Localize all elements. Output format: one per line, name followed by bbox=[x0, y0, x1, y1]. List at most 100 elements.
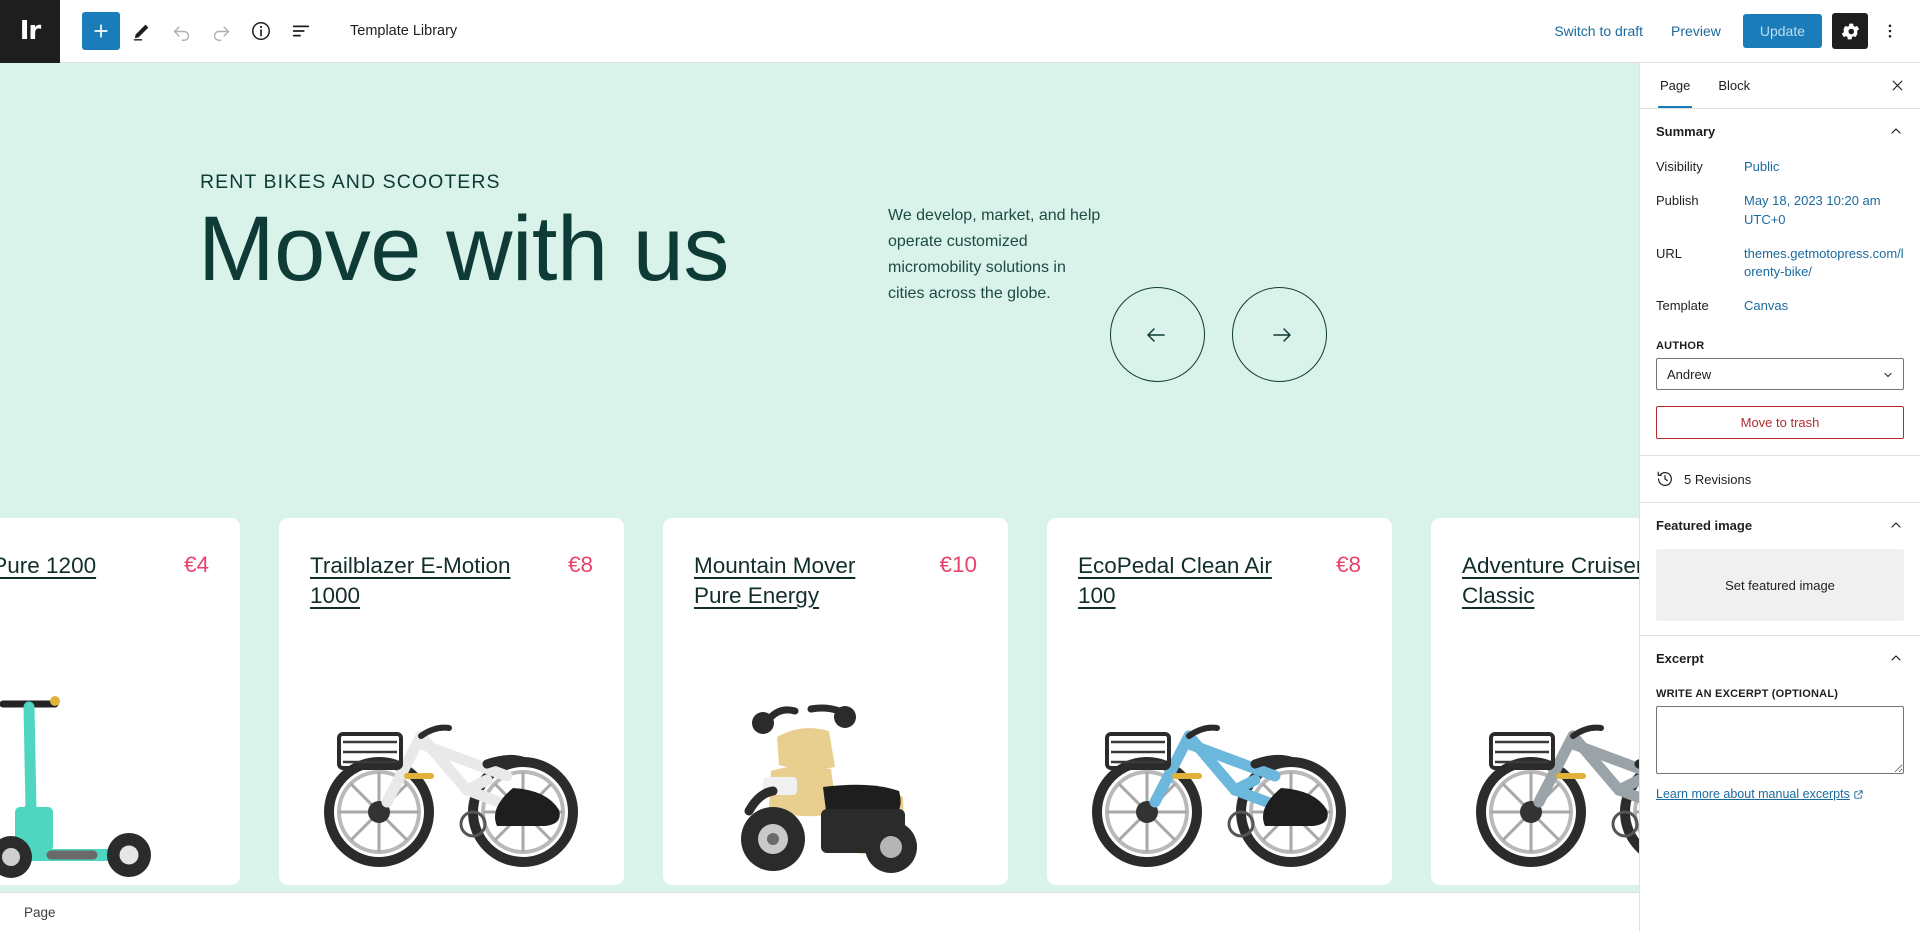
hero-description: We develop, market, and help operate cus… bbox=[888, 207, 1101, 302]
settings-button[interactable] bbox=[1832, 13, 1868, 49]
revisions-button[interactable]: 5 Revisions bbox=[1640, 456, 1920, 502]
close-sidebar-button[interactable] bbox=[1880, 69, 1914, 103]
carousel-next-button[interactable] bbox=[1232, 287, 1327, 382]
excerpt-field-label: WRITE AN EXCERPT (OPTIONAL) bbox=[1656, 688, 1839, 701]
trash-wrapper: Move to trash bbox=[1640, 390, 1920, 455]
list-view-icon bbox=[292, 25, 310, 37]
undo-button[interactable] bbox=[162, 12, 200, 50]
product-title[interactable]: Trailblazer E-Motion 1000 bbox=[310, 551, 525, 611]
summary-row-url: URL themes.getmotopress.com/lorenty-bike… bbox=[1656, 238, 1904, 291]
update-button[interactable]: Update bbox=[1742, 14, 1822, 48]
gear-icon bbox=[1841, 23, 1859, 39]
summary-row-publish: Publish May 18, 2023 10:20 am UTC+0 bbox=[1656, 185, 1904, 238]
product-card[interactable]: Glider Pure 1200 €4 bbox=[0, 518, 240, 885]
author-select-wrapper: Andrew bbox=[1640, 358, 1920, 391]
product-title[interactable]: EcoPedal Clean Air 100 bbox=[1078, 551, 1293, 611]
template-value[interactable]: Canvas bbox=[1744, 297, 1788, 316]
excerpt-textarea[interactable] bbox=[1656, 706, 1904, 775]
chevron-up-icon bbox=[1891, 128, 1901, 134]
product-price: €4 bbox=[183, 552, 209, 577]
hero-eyebrow: RENT BIKES AND SCOOTERS bbox=[200, 171, 501, 193]
list-view-button[interactable] bbox=[282, 12, 320, 50]
pencil-icon bbox=[133, 24, 148, 41]
info-icon bbox=[252, 22, 270, 40]
set-featured-image-button[interactable]: Set featured image bbox=[1656, 549, 1904, 622]
product-carousel: Glider Pure 1200 €4 bbox=[0, 518, 1639, 885]
learn-more-label: Learn more about manual excerpts bbox=[1656, 787, 1850, 802]
hero-section[interactable]: RENT BIKES AND SCOOTERS Move with us We … bbox=[0, 63, 1639, 382]
toolbar-actions: Switch to draft Preview Update bbox=[1542, 13, 1920, 49]
product-card[interactable]: Adventure Cruiser Classic bbox=[1431, 518, 1639, 885]
switch-to-draft-button[interactable]: Switch to draft bbox=[1542, 15, 1655, 47]
product-title[interactable]: Mountain Mover Pure Energy bbox=[694, 551, 909, 611]
move-to-trash-button[interactable]: Move to trash bbox=[1656, 406, 1904, 440]
product-card[interactable]: Trailblazer E-Motion 1000 €8 bbox=[279, 518, 624, 885]
plus-icon bbox=[94, 24, 108, 38]
product-image bbox=[0, 674, 240, 879]
revisions-label: 5 Revisions bbox=[1684, 471, 1752, 487]
editor-body: RENT BIKES AND SCOOTERS Move with us We … bbox=[0, 63, 1920, 931]
chevron-up-icon bbox=[1891, 655, 1901, 661]
publish-value[interactable]: May 18, 2023 10:20 am UTC+0 bbox=[1744, 192, 1904, 230]
product-title[interactable]: Adventure Cruiser Classic bbox=[1462, 551, 1639, 611]
settings-sidebar: Page Block Summary Visibility Public Pub… bbox=[1639, 63, 1920, 931]
product-price: €8 bbox=[1335, 552, 1361, 577]
excerpt-title: Excerpt bbox=[1656, 650, 1704, 666]
product-card-header: EcoPedal Clean Air 100 €8 bbox=[1047, 518, 1392, 611]
kebab-menu-icon bbox=[1888, 24, 1892, 38]
summary-row-visibility: Visibility Public bbox=[1656, 151, 1904, 185]
summary-title: Summary bbox=[1656, 123, 1716, 139]
details-button[interactable] bbox=[242, 12, 280, 50]
product-card[interactable]: Mountain Mover Pure Energy €10 bbox=[663, 518, 1008, 885]
more-options-button[interactable] bbox=[1872, 13, 1908, 49]
learn-more-excerpts-link[interactable]: Learn more about manual excerpts bbox=[1656, 787, 1904, 801]
edit-mode-button[interactable] bbox=[122, 12, 160, 50]
product-card-header: Trailblazer E-Motion 1000 €8 bbox=[279, 518, 624, 611]
canvas-wrapper: RENT BIKES AND SCOOTERS Move with us We … bbox=[0, 63, 1639, 931]
undo-icon bbox=[173, 25, 189, 41]
arrow-right-icon bbox=[1272, 327, 1291, 342]
editor-statusbar: Page bbox=[0, 892, 1639, 931]
product-image bbox=[279, 674, 624, 879]
summary-section-header[interactable]: Summary bbox=[1640, 109, 1920, 151]
toolbar-tools: Template Library bbox=[60, 12, 457, 50]
product-image bbox=[1047, 674, 1392, 879]
sidebar-tabs: Page Block bbox=[1640, 63, 1920, 109]
scooter-illustration-icon bbox=[0, 696, 151, 878]
site-logo[interactable]: Ir bbox=[0, 0, 60, 63]
statusbar-breadcrumb[interactable]: Page bbox=[24, 905, 56, 920]
summary-row-template: Template Canvas bbox=[1656, 290, 1904, 324]
url-value[interactable]: themes.getmotopress.com/lorenty-bike/ bbox=[1744, 245, 1904, 283]
featured-image-section-header[interactable]: Featured image bbox=[1640, 503, 1920, 545]
carousel-prev-button[interactable] bbox=[1110, 287, 1205, 382]
hero-carousel-nav bbox=[1110, 287, 1327, 382]
product-image bbox=[1431, 674, 1639, 879]
redo-button[interactable] bbox=[202, 12, 240, 50]
product-price: €8 bbox=[567, 552, 593, 577]
product-card[interactable]: EcoPedal Clean Air 100 €8 bbox=[1047, 518, 1392, 885]
site-logo-mark: Ir bbox=[19, 16, 41, 46]
add-block-button[interactable] bbox=[82, 12, 120, 50]
publish-label: Publish bbox=[1656, 192, 1699, 208]
product-card-header: Glider Pure 1200 €4 bbox=[0, 518, 240, 581]
template-label: Template bbox=[1656, 298, 1709, 314]
document-title: Template Library bbox=[350, 23, 458, 39]
tab-page[interactable]: Page bbox=[1646, 63, 1704, 108]
product-title[interactable]: Glider Pure 1200 bbox=[0, 551, 96, 581]
editor-toolbar: Ir Template Library Switch to draft Prev… bbox=[0, 0, 1920, 63]
ebike-illustration-icon bbox=[1475, 724, 1639, 867]
visibility-value[interactable]: Public bbox=[1744, 158, 1779, 177]
url-label: URL bbox=[1656, 245, 1683, 261]
close-icon bbox=[1892, 80, 1902, 91]
author-select[interactable]: Andrew bbox=[1656, 358, 1904, 391]
set-featured-image-label: Set featured image bbox=[1725, 577, 1835, 593]
page-canvas[interactable]: RENT BIKES AND SCOOTERS Move with us We … bbox=[0, 63, 1639, 892]
external-link-icon bbox=[1854, 789, 1863, 799]
excerpt-section-header[interactable]: Excerpt bbox=[1640, 636, 1920, 678]
ebike-illustration-icon bbox=[323, 684, 587, 867]
tab-block[interactable]: Block bbox=[1704, 63, 1764, 108]
product-price: €10 bbox=[939, 552, 977, 577]
preview-button[interactable]: Preview bbox=[1659, 15, 1733, 47]
summary-rows: Visibility Public Publish May 18, 2023 1… bbox=[1640, 151, 1920, 330]
product-card-header: Mountain Mover Pure Energy €10 bbox=[663, 518, 1008, 611]
